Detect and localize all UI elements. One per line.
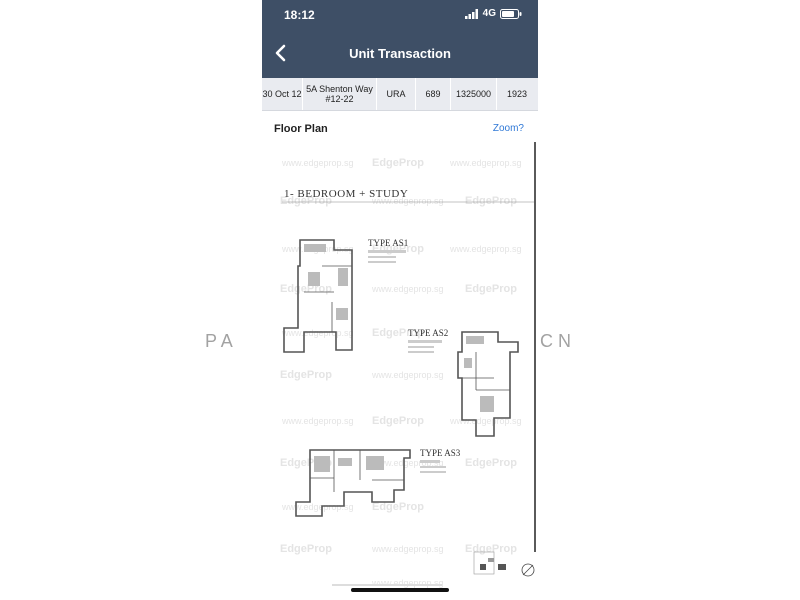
type-as3-label: TYPE AS3 [420, 448, 461, 458]
watermark-url: www.edgeprop.sg [281, 328, 354, 338]
watermark-url: www.edgeprop.sg [371, 544, 444, 554]
phone-screen: 18:12 4G Unit Transaction 30 Oct 12 5A S… [262, 0, 538, 600]
status-time: 18:12 [284, 8, 315, 22]
page-title: Unit Transaction [349, 46, 451, 61]
tx-date: 30 Oct 12 [262, 89, 302, 99]
signal-icon [464, 8, 478, 19]
tx-area: 689 [425, 89, 441, 99]
background-watermark-right-text: C N [540, 331, 571, 351]
watermark-url: www.edgeprop.sg [449, 158, 522, 168]
watermark-url: www.edgeprop.sg [449, 244, 522, 254]
plan-heading: 1- BEDROOM + STUDY [284, 188, 408, 200]
section-divider [262, 110, 538, 111]
watermark-logo: EdgeProp [372, 415, 424, 427]
key-plan [473, 551, 506, 575]
watermark-logo: EdgeProp [280, 283, 332, 295]
watermark-logo: EdgeProp [280, 543, 332, 555]
tx-source: URA [386, 89, 406, 99]
watermark-logo: EdgeProp [465, 543, 517, 555]
background-watermark-left-text: P A [205, 331, 233, 351]
watermark-logo: EdgeProp [465, 283, 517, 295]
transaction-row: 30 Oct 12 5A Shenton Way #12-22 URA 689 … [262, 78, 538, 110]
zoom-link[interactable]: Zoom? [493, 123, 524, 134]
watermark-logo: EdgeProp [372, 157, 424, 169]
floor-plan-drawing: www.edgeprop.sg EdgeProp www.edgeprop.sg… [280, 157, 535, 588]
status-icons: 4G [464, 8, 522, 19]
tx-address-line2: #12-22 [325, 94, 354, 104]
nav-bar: Unit Transaction [262, 30, 538, 78]
battery-icon [500, 8, 522, 19]
tx-price: 1325000 [455, 89, 492, 99]
plan-furniture [304, 244, 348, 320]
watermark-logo: EdgeProp [465, 457, 517, 469]
background-watermark-left: P A [205, 331, 233, 352]
watermark-url: www.edgeprop.sg [281, 502, 354, 512]
watermark-url: www.edgeprop.sg [371, 370, 444, 380]
floor-plan-label: Floor Plan [274, 123, 328, 135]
scroll-indicator [534, 142, 536, 552]
compass-icon [521, 563, 535, 577]
network-label: 4G [482, 8, 496, 19]
status-bar: 18:12 4G [262, 0, 538, 30]
watermark-logo: EdgeProp [280, 369, 332, 381]
home-indicator[interactable] [351, 588, 449, 592]
type-as2-label: TYPE AS2 [408, 328, 448, 338]
floor-plan-image[interactable]: www.edgeprop.sg EdgeProp www.edgeprop.sg… [262, 140, 538, 592]
tx-address: 5A Shenton Way #12-22 [303, 84, 376, 104]
watermark-url: www.edgeprop.sg [371, 284, 444, 294]
type-as1-label: TYPE AS1 [368, 238, 408, 248]
watermark-logo: EdgeProp [465, 195, 517, 207]
watermark-url: www.edgeprop.sg [371, 578, 444, 588]
tx-psf: 1923 [506, 89, 528, 99]
watermark-url: www.edgeprop.sg [281, 416, 354, 426]
tx-address-line1: 5A Shenton Way [306, 84, 373, 94]
watermark-url: www.edgeprop.sg [281, 158, 354, 168]
background-watermark-right: C N [540, 331, 571, 352]
